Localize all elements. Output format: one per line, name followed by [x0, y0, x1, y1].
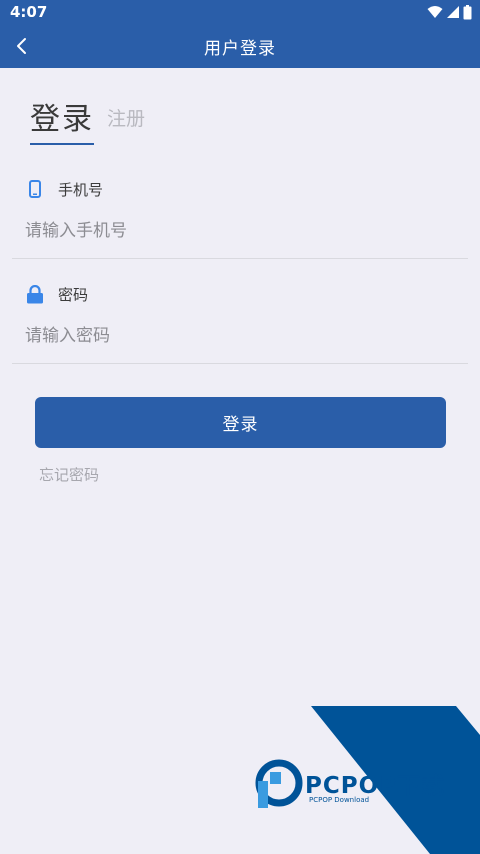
password-label-row: 密码	[26, 283, 88, 305]
password-divider	[12, 363, 468, 364]
signal-icon	[447, 6, 459, 18]
phone-divider	[12, 258, 468, 259]
status-time: 4:07	[10, 3, 48, 21]
lock-icon	[26, 284, 44, 304]
navigation-bar: 用户登录	[0, 24, 480, 68]
password-input[interactable]	[25, 321, 445, 351]
status-icons	[427, 4, 472, 20]
watermark-sub: PCPOP Download	[309, 796, 369, 804]
password-label: 密码	[58, 285, 89, 304]
pcpop-logo-icon	[255, 759, 303, 808]
battery-icon	[463, 4, 472, 19]
phone-label-row: 手机号	[26, 178, 103, 200]
active-tab-indicator	[30, 143, 94, 145]
tab-register[interactable]: 注册	[107, 104, 145, 131]
top-bar: 4:07 用户登录	[0, 0, 480, 68]
forgot-password-link[interactable]: 忘记密码	[39, 464, 99, 485]
tab-login[interactable]: 登录	[30, 94, 94, 138]
watermark-banner	[311, 706, 480, 854]
login-button[interactable]: 登录	[35, 397, 446, 448]
phone-input[interactable]	[25, 216, 445, 246]
phone-icon	[26, 179, 44, 199]
watermark-brand: PCPOP下载	[305, 773, 445, 799]
wifi-icon	[427, 6, 443, 18]
status-bar: 4:07	[0, 0, 480, 24]
phone-label: 手机号	[58, 180, 104, 199]
page-title: 用户登录	[204, 39, 276, 59]
